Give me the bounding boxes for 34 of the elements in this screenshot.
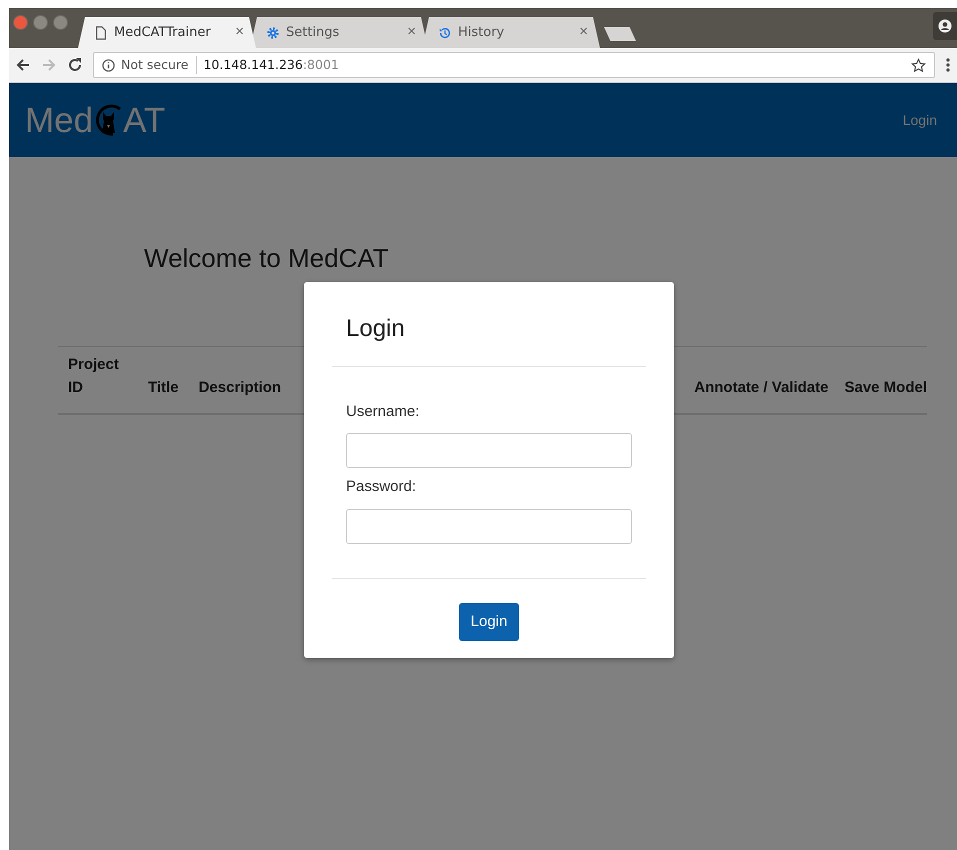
welcome-heading: Welcome to MedCAT bbox=[144, 243, 390, 274]
brand-text: Med bbox=[25, 102, 94, 138]
brand-text: AT bbox=[123, 102, 166, 138]
column-header: Project ID bbox=[67, 355, 120, 398]
security-label: Not secure bbox=[121, 56, 198, 74]
column-header: Save Model bbox=[843, 378, 927, 398]
field-label: Username: bbox=[346, 402, 420, 422]
page-icon bbox=[94, 24, 108, 40]
close-tab-icon[interactable]: × bbox=[235, 21, 244, 44]
address-bar[interactable]: Not secure 10.148.141.236:8001 bbox=[93, 52, 935, 78]
info-icon[interactable] bbox=[102, 58, 115, 72]
field-label: Password: bbox=[346, 477, 418, 498]
login-button[interactable]: Login bbox=[458, 602, 520, 642]
new-tab-button[interactable] bbox=[604, 27, 636, 41]
star-icon[interactable] bbox=[911, 58, 926, 72]
profile-button[interactable] bbox=[933, 12, 957, 40]
input-field[interactable] bbox=[346, 508, 632, 544]
browser-tab[interactable]: MedCATTrainer × bbox=[78, 17, 256, 48]
column-header: Title bbox=[147, 378, 180, 398]
dialog-title: Login bbox=[332, 282, 646, 367]
close-tab-icon[interactable]: × bbox=[579, 21, 588, 44]
cat-logo-icon bbox=[93, 103, 124, 137]
url-text: 10.148.141.236:8001 bbox=[203, 56, 339, 74]
column-header: Description bbox=[198, 378, 282, 398]
column-header: Annotate / Validate bbox=[693, 378, 828, 398]
login-link[interactable]: Login bbox=[902, 110, 937, 130]
browser-tab[interactable]: History × bbox=[422, 17, 600, 48]
input-field[interactable] bbox=[346, 433, 632, 468]
close-tab-icon[interactable]: × bbox=[407, 21, 416, 44]
gear-icon bbox=[266, 24, 280, 40]
person-icon bbox=[938, 19, 952, 33]
back-icon[interactable] bbox=[15, 57, 31, 73]
reload-icon[interactable] bbox=[67, 57, 83, 73]
more-icon[interactable] bbox=[945, 57, 951, 73]
